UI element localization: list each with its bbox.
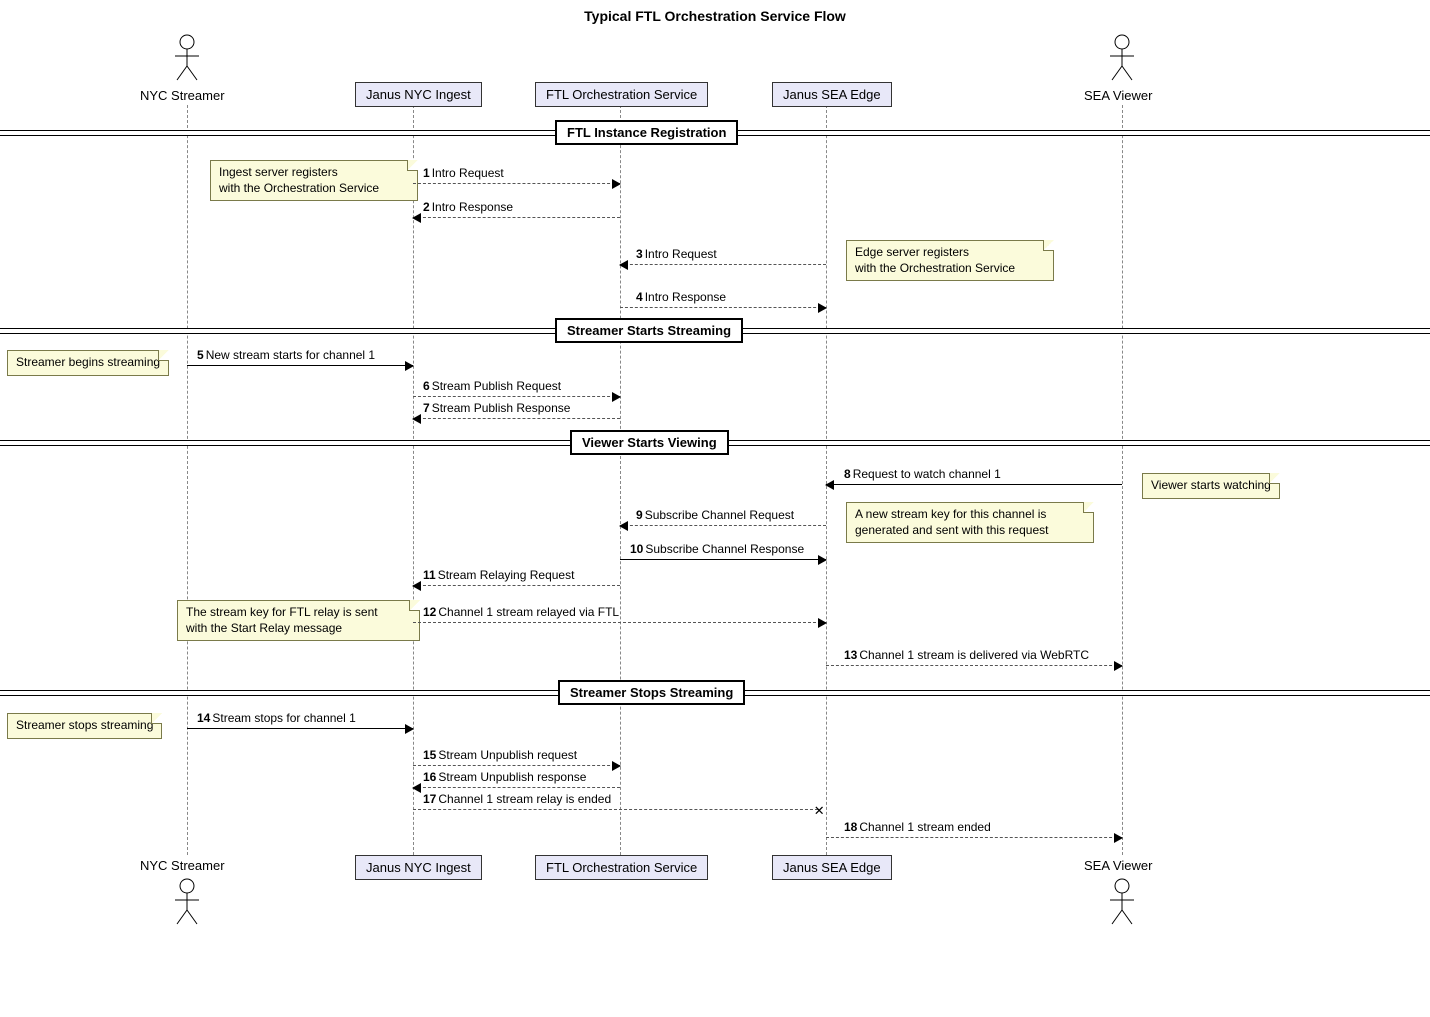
sequence-diagram: Typical FTL Orchestration Service Flow N… xyxy=(0,0,1430,1017)
arrow-4 xyxy=(620,307,826,308)
note-ingest-register: Ingest server registerswith the Orchestr… xyxy=(210,160,418,201)
arrow-3 xyxy=(620,264,826,265)
msg-8: 8Request to watch channel 1 xyxy=(844,467,1001,481)
arrow-16 xyxy=(413,787,620,788)
msg-14: 14Stream stops for channel 1 xyxy=(197,711,356,725)
arrow-7 xyxy=(413,418,620,419)
participant-ingest-top: Janus NYC Ingest xyxy=(355,82,482,107)
lifeline-streamer xyxy=(187,105,188,855)
arrow-14 xyxy=(187,728,413,729)
actor-streamer-top xyxy=(167,34,207,82)
actor-viewer-label-top: SEA Viewer xyxy=(1084,88,1152,103)
participant-orch-top: FTL Orchestration Service xyxy=(535,82,708,107)
note-stream-key-relay: The stream key for FTL relay is sentwith… xyxy=(177,600,420,641)
msg-11: 11Stream Relaying Request xyxy=(423,568,574,582)
participant-ingest-bottom: Janus NYC Ingest xyxy=(355,855,482,880)
arrow-8 xyxy=(826,484,1122,485)
msg-1: 1Intro Request xyxy=(423,166,504,180)
msg-10: 10Subscribe Channel Response xyxy=(630,542,804,556)
participant-edge-top: Janus SEA Edge xyxy=(772,82,892,107)
msg-6: 6Stream Publish Request xyxy=(423,379,561,393)
arrow-11 xyxy=(413,585,620,586)
actor-viewer-label-bottom: SEA Viewer xyxy=(1084,858,1152,873)
msg-4: 4Intro Response xyxy=(636,290,726,304)
stickman-icon xyxy=(167,878,207,926)
msg-12: 12Channel 1 stream relayed via FTL xyxy=(423,605,619,619)
arrow-12 xyxy=(413,622,826,623)
msg-15: 15Stream Unpublish request xyxy=(423,748,577,762)
arrow-5 xyxy=(187,365,413,366)
actor-streamer-label-bottom: NYC Streamer xyxy=(140,858,225,873)
arrow-15 xyxy=(413,765,620,766)
actor-viewer-bottom xyxy=(1102,878,1142,926)
actor-streamer-label-top: NYC Streamer xyxy=(140,88,225,103)
msg-18: 18Channel 1 stream ended xyxy=(844,820,991,834)
arrow-13 xyxy=(826,665,1122,666)
arrow-10 xyxy=(620,559,826,560)
msg-7: 7Stream Publish Response xyxy=(423,401,570,415)
arrow-1 xyxy=(413,183,620,184)
arrow-18 xyxy=(826,837,1122,838)
msg-17: 17Channel 1 stream relay is ended xyxy=(423,792,611,806)
arrow-9 xyxy=(620,525,826,526)
lifeline-orch xyxy=(620,105,621,855)
msg-9: 9Subscribe Channel Request xyxy=(636,508,794,522)
participant-orch-bottom: FTL Orchestration Service xyxy=(535,855,708,880)
lifeline-viewer xyxy=(1122,105,1123,855)
arrow-6 xyxy=(413,396,620,397)
msg-3: 3Intro Request xyxy=(636,247,717,261)
arrow-17: ✕ xyxy=(413,809,818,810)
participant-edge-bottom: Janus SEA Edge xyxy=(772,855,892,880)
divider-viewer-starts: Viewer Starts Viewing xyxy=(570,430,729,455)
stickman-icon xyxy=(1102,34,1142,82)
x-icon: ✕ xyxy=(814,802,824,818)
stickman-icon xyxy=(1102,878,1142,926)
note-streamer-stops: Streamer stops streaming xyxy=(7,713,162,739)
msg-16: 16Stream Unpublish response xyxy=(423,770,586,784)
msg-5: 5New stream starts for channel 1 xyxy=(197,348,375,362)
msg-2: 2Intro Response xyxy=(423,200,513,214)
divider-starts-streaming: Streamer Starts Streaming xyxy=(555,318,743,343)
arrow-2 xyxy=(413,217,620,218)
actor-viewer-top xyxy=(1102,34,1142,82)
note-viewer-starts: Viewer starts watching xyxy=(1142,473,1280,499)
note-streamer-begins: Streamer begins streaming xyxy=(7,350,169,376)
diagram-title: Typical FTL Orchestration Service Flow xyxy=(0,8,1430,24)
note-edge-register: Edge server registerswith the Orchestrat… xyxy=(846,240,1054,281)
stickman-icon xyxy=(167,34,207,82)
note-stream-key-generated: A new stream key for this channel isgene… xyxy=(846,502,1094,543)
msg-13: 13Channel 1 stream is delivered via WebR… xyxy=(844,648,1089,662)
divider-registration: FTL Instance Registration xyxy=(555,120,738,145)
actor-streamer-bottom xyxy=(167,878,207,926)
divider-stops-streaming: Streamer Stops Streaming xyxy=(558,680,745,705)
